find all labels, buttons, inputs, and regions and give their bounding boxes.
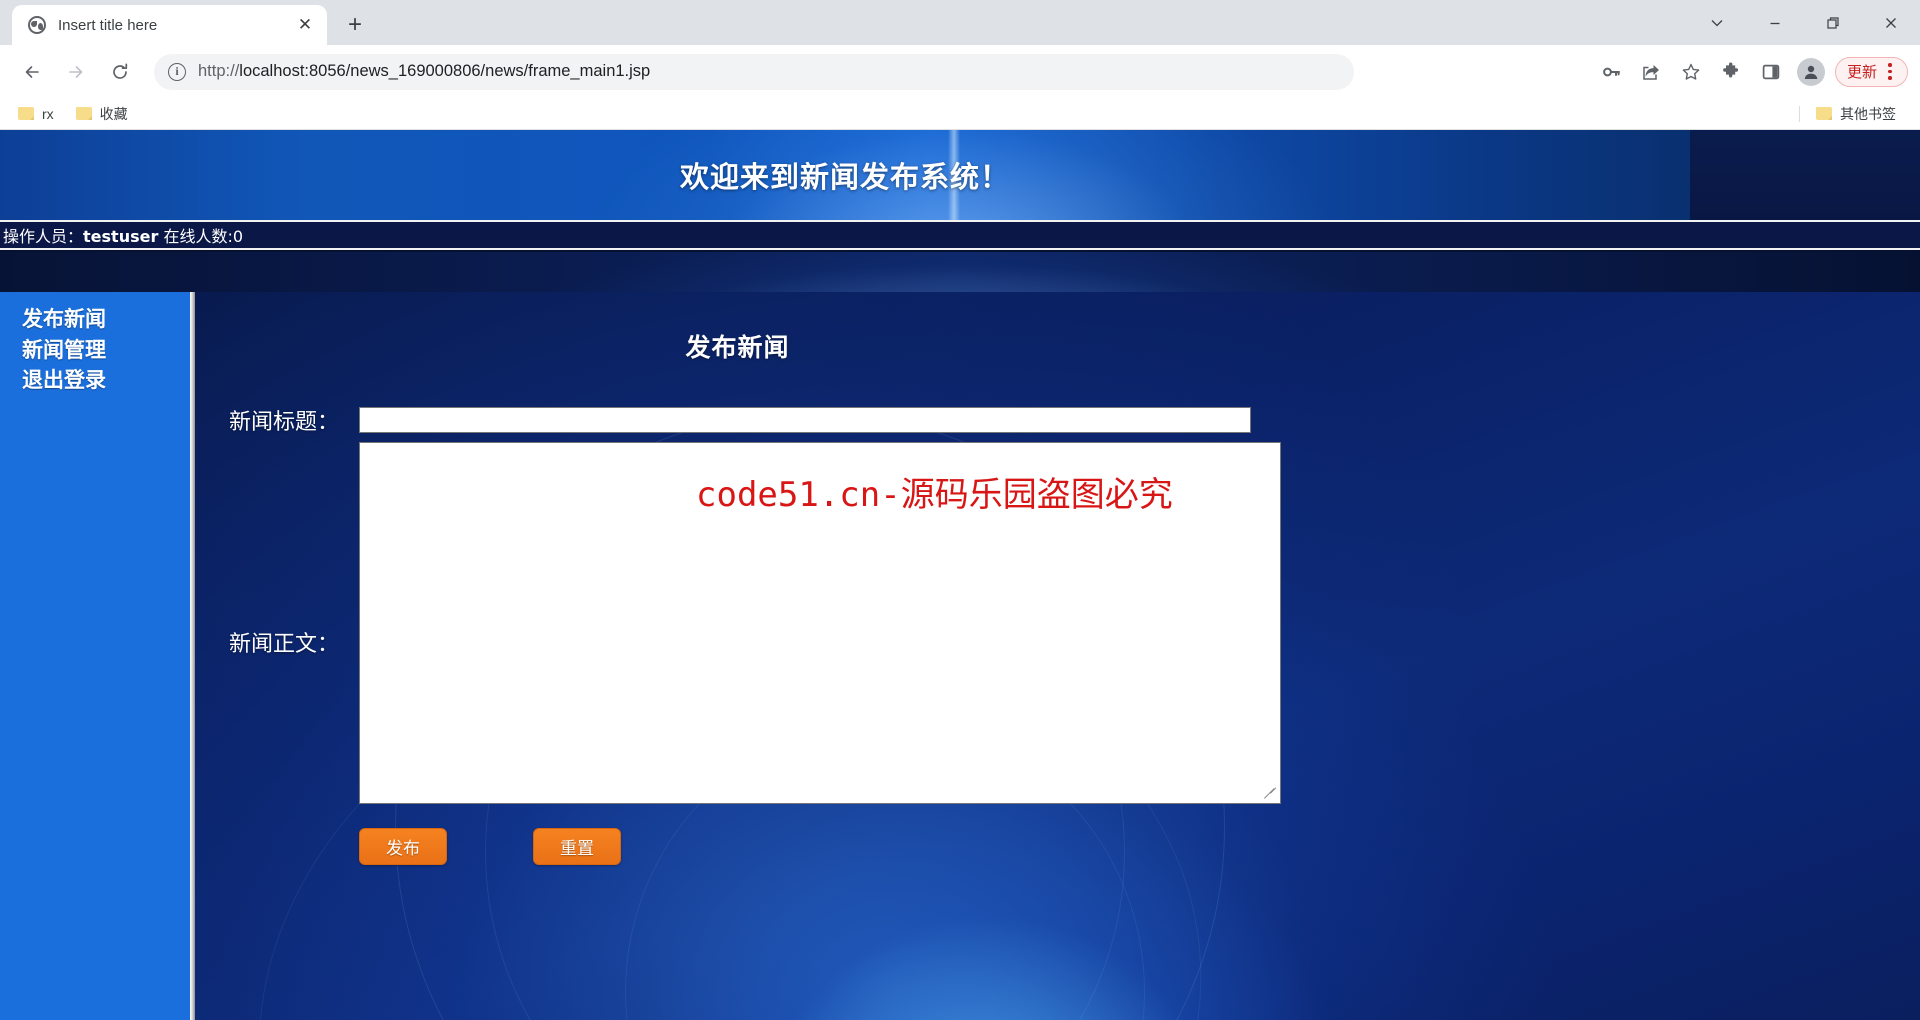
- operator-label: 操作人员：: [3, 227, 84, 246]
- page-banner-right-fill: [1690, 130, 1920, 220]
- site-info-icon[interactable]: i: [168, 62, 186, 81]
- bookmark-label: rx: [42, 105, 54, 122]
- three-dot-menu-icon[interactable]: [1877, 63, 1903, 80]
- form-heading: 发布新闻: [685, 333, 790, 362]
- password-key-icon[interactable]: [1594, 55, 1628, 89]
- side-panel-icon[interactable]: [1754, 55, 1788, 89]
- banner-lower-band: [0, 252, 1920, 292]
- close-window-icon[interactable]: [1862, 0, 1920, 45]
- forward-arrow-icon[interactable]: [56, 52, 96, 92]
- news-title-label: 新闻标题：: [228, 410, 339, 435]
- browser-tab[interactable]: Insert title here ✕: [12, 5, 327, 45]
- other-bookmarks-group: 其他书签: [1791, 101, 1910, 127]
- reset-button[interactable]: 重置: [533, 828, 621, 865]
- url-rest: localhost:8056/news_169000806/news/frame…: [239, 62, 651, 80]
- form-actions: 发布 重置: [359, 828, 621, 865]
- news-title-row: 新闻标题：: [197, 404, 1251, 436]
- reload-icon[interactable]: [100, 52, 140, 92]
- bookmark-item-rx[interactable]: rx: [10, 103, 62, 125]
- tab-strip: Insert title here ✕ +: [0, 0, 1920, 45]
- update-button[interactable]: 更新: [1834, 56, 1908, 87]
- frameset: 发布新闻 新闻管理 退出登录 发布新闻 新闻标题： 新闻正文： code51.c…: [0, 292, 1920, 1020]
- address-bar[interactable]: i http://localhost:8056/news_169000806/n…: [154, 53, 1354, 90]
- tab-search-chevron-down-icon[interactable]: [1688, 0, 1746, 45]
- tab-title: Insert title here: [58, 16, 158, 34]
- sidebar-item-publish-news[interactable]: 发布新闻: [22, 304, 190, 335]
- main-frame: 发布新闻 新闻标题： 新闻正文： code51.cn-源码乐园盗图必究 发布 重…: [195, 292, 1920, 1020]
- share-icon[interactable]: [1634, 55, 1668, 89]
- other-bookmarks-button[interactable]: 其他书签: [1808, 101, 1904, 127]
- url-scheme: http://: [198, 62, 240, 80]
- toolbar-icon-group: 更新: [1591, 55, 1908, 89]
- new-tab-button[interactable]: +: [339, 9, 371, 41]
- divider: [1799, 105, 1800, 122]
- profile-avatar[interactable]: [1796, 57, 1825, 86]
- sidebar-item-news-management[interactable]: 新闻管理: [22, 335, 190, 366]
- bookmarks-bar: rx 收藏 其他书签: [0, 98, 1920, 130]
- bookmark-label: 收藏: [99, 105, 128, 122]
- folder-icon: [1816, 107, 1832, 120]
- folder-icon: [75, 107, 92, 120]
- folder-icon: [18, 107, 34, 120]
- textarea-resize-handle[interactable]: [1265, 788, 1278, 801]
- operator-name: testuser: [83, 227, 159, 246]
- news-title-input[interactable]: [359, 407, 1251, 433]
- sidebar-frame: 发布新闻 新闻管理 退出登录: [0, 292, 190, 1020]
- globe-icon: [28, 16, 46, 34]
- other-bookmarks-label: 其他书签: [1840, 105, 1896, 122]
- maximize-restore-icon[interactable]: [1804, 0, 1862, 45]
- back-arrow-icon[interactable]: [12, 52, 52, 92]
- close-icon[interactable]: ✕: [293, 13, 317, 37]
- page-viewport: 欢迎来到新闻发布系统！ 操作人员：testuser 在线人数:0 发布新闻 新闻…: [0, 130, 1920, 1020]
- sidebar-item-logout[interactable]: 退出登录: [22, 365, 190, 396]
- bookmark-star-icon[interactable]: [1674, 55, 1708, 89]
- status-text: 操作人员：testuser 在线人数:0: [3, 223, 243, 247]
- window-controls: [1688, 0, 1920, 45]
- bookmark-item-favorites[interactable]: 收藏: [68, 101, 136, 127]
- browser-toolbar: i http://localhost:8056/news_169000806/n…: [0, 45, 1920, 98]
- update-button-label: 更新: [1846, 64, 1877, 81]
- news-body-label: 新闻正文：: [228, 632, 339, 657]
- browser-window: Insert title here ✕ + i http://localhost…: [0, 0, 1920, 1020]
- page-title: 欢迎来到新闻发布系统！: [679, 160, 1010, 194]
- url-text: http://localhost:8056/news_169000806/new…: [198, 62, 650, 81]
- online-count-label: 在线人数:0: [163, 227, 244, 246]
- minimize-icon[interactable]: [1746, 0, 1804, 45]
- status-bar: 操作人员：testuser 在线人数:0: [0, 220, 1920, 250]
- extensions-puzzle-icon[interactable]: [1714, 55, 1748, 89]
- news-body-textarea[interactable]: code51.cn-源码乐园盗图必究: [359, 442, 1281, 804]
- watermark-text: code51.cn-源码乐园盗图必究: [696, 475, 1173, 515]
- news-body-row: 新闻正文： code51.cn-源码乐园盗图必究: [197, 442, 1281, 804]
- publish-button[interactable]: 发布: [359, 828, 447, 865]
